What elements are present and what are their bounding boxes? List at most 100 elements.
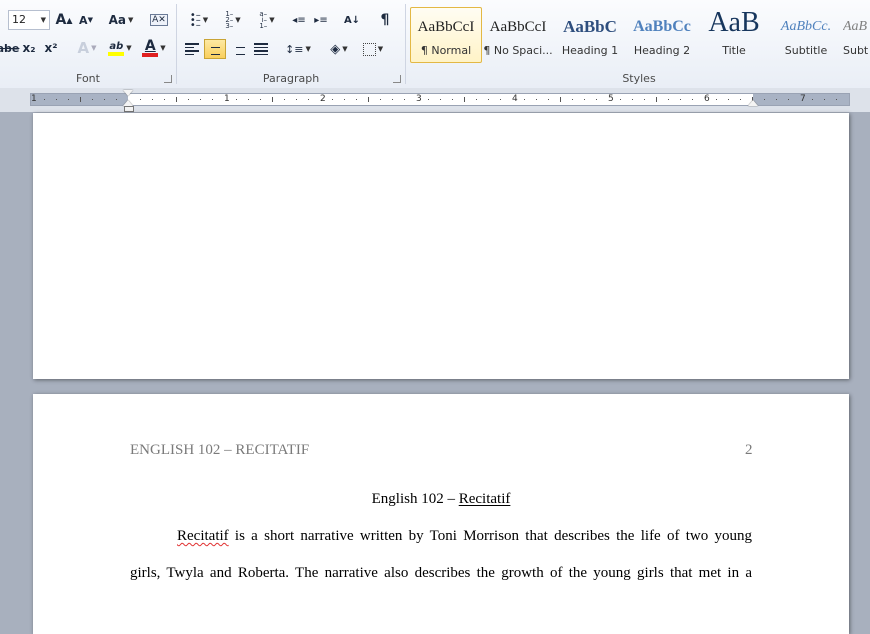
left-indent-marker[interactable] — [124, 106, 134, 112]
ruler-tick — [68, 99, 69, 100]
style-heading-2[interactable]: AaBbCc Heading 2 — [626, 7, 698, 63]
align-right-icon — [231, 43, 245, 55]
horizontal-ruler[interactable]: 1 1 2 3 4 5 6 7 — [0, 88, 870, 112]
style-subtle-emphasis[interactable]: AaB Subt — [842, 7, 870, 63]
paragraph-group-label: Paragraph — [262, 72, 320, 85]
ruler-tick — [380, 99, 381, 100]
style-title[interactable]: AaB Title — [698, 7, 770, 63]
highlighter-icon: ab — [109, 40, 124, 52]
document-page[interactable]: ENGLISH 102 – RECITATIF 2 English 102 – … — [33, 394, 849, 634]
ruler-tick — [116, 99, 117, 100]
ruler-number: 6 — [704, 94, 710, 104]
justify-button[interactable] — [250, 39, 272, 59]
align-center-icon — [208, 43, 222, 55]
line-spacing-icon: ↕≡ — [285, 42, 304, 56]
title-prefix: English 102 – — [371, 491, 459, 507]
ruler-tick — [236, 99, 237, 100]
ruler-tick — [488, 99, 489, 100]
ruler-tick — [584, 99, 585, 100]
style-subtitle[interactable]: AaBbCc. Subtitle — [770, 7, 842, 63]
ruler-tick — [164, 99, 165, 100]
style-heading-1[interactable]: AaBbC Heading 1 — [554, 7, 626, 63]
style-name: ¶ Normal — [420, 44, 472, 57]
paragraph-line[interactable]: Recitatif is a short narrative written b… — [130, 528, 752, 545]
paragraph-dialog-launcher-icon[interactable] — [393, 75, 401, 83]
superscript-icon: x² — [44, 41, 58, 55]
ruler-tick — [104, 99, 105, 100]
paragraph-group: •– •– •– ▼ 1– 2– 3– ▼ a– i– 1– ▼ ◂≡ ▸≡ A↓ ¶ — [177, 0, 405, 88]
ruler-tick — [308, 99, 309, 100]
show-formatting-marks-button[interactable]: ¶ — [375, 10, 395, 30]
superscript-button[interactable]: x² — [42, 38, 60, 58]
align-right-button[interactable] — [227, 39, 249, 59]
increase-indent-button[interactable]: ▸≡ — [311, 10, 331, 30]
paragraph-text: is a short narrative written by Toni Mor… — [228, 528, 752, 544]
subscript-button[interactable]: x₂ — [20, 38, 38, 58]
font-dialog-launcher-icon[interactable] — [164, 75, 172, 83]
paint-bucket-icon: ◈ — [330, 41, 341, 57]
paragraph-line[interactable]: girls, Twyla and Roberta. The narrative … — [130, 565, 752, 582]
ruler-tick — [500, 99, 501, 100]
font-size-dropdown[interactable]: 12 ▼ — [8, 10, 50, 30]
justify-icon — [254, 43, 268, 55]
sort-button[interactable]: A↓ — [341, 10, 363, 30]
misspelled-word[interactable]: Recitatif — [177, 528, 229, 544]
styles-group-label: Styles — [622, 72, 656, 85]
ruler-tick — [368, 97, 369, 102]
ruler-tick — [632, 99, 633, 100]
ruler-tick — [464, 97, 465, 102]
ruler-number: 1 — [31, 94, 37, 104]
align-center-button[interactable] — [204, 39, 226, 59]
ruler-tick — [812, 99, 813, 100]
first-line-indent-marker[interactable] — [123, 90, 133, 96]
ruler-number: 5 — [608, 94, 614, 104]
style-preview: AaBbCcI — [417, 19, 475, 35]
document-title[interactable]: English 102 – Recitatif — [33, 491, 849, 508]
font-color-icon: A — [144, 37, 156, 54]
ruler-tick — [296, 99, 297, 100]
style-no-spacing[interactable]: AaBbCcI ¶ No Spaci... — [482, 7, 554, 63]
multilevel-list-button[interactable]: a– i– 1– ▼ — [251, 10, 283, 30]
font-color-button[interactable]: A ▼ — [138, 38, 170, 58]
numbering-icon: 1– 2– 3– — [225, 10, 234, 30]
highlight-button[interactable]: ab ▼ — [104, 38, 136, 58]
ruler-tick — [452, 99, 453, 100]
change-case-button[interactable]: Aa ▼ — [106, 10, 136, 30]
strikethrough-button[interactable]: abe — [0, 38, 19, 58]
ruler-number: 1 — [224, 94, 230, 104]
borders-icon — [362, 42, 376, 56]
clear-formatting-button[interactable]: A✕ — [148, 10, 170, 30]
pilcrow-icon: ¶ — [380, 12, 390, 28]
ruler-tick — [776, 99, 777, 100]
ruler-number: 4 — [512, 94, 518, 104]
title-underlined: Recitatif — [458, 491, 511, 507]
align-left-button[interactable] — [181, 39, 203, 59]
shading-button[interactable]: ◈ ▼ — [323, 39, 355, 59]
ruler-number: 2 — [320, 94, 326, 104]
document-page[interactable] — [33, 113, 849, 379]
shrink-font-button[interactable]: A ▼ — [76, 10, 96, 30]
right-indent-marker[interactable] — [748, 100, 758, 106]
ruler-tick — [740, 99, 741, 100]
style-preview: AaBbCcI — [489, 19, 547, 35]
decrease-indent-icon: ◂≡ — [292, 14, 306, 26]
text-effects-button[interactable]: A ▼ — [74, 38, 100, 58]
decrease-indent-button[interactable]: ◂≡ — [289, 10, 309, 30]
ruler-tick — [620, 99, 621, 100]
font-group: 12 ▼ A ▲ A ▼ Aa ▼ A✕ abe x₂ x² A ▼ ab ▼ … — [0, 0, 176, 88]
align-left-icon — [185, 43, 199, 55]
grow-font-button[interactable]: A ▲ — [54, 10, 74, 30]
ruler-tick — [248, 99, 249, 100]
page-number: 2 — [745, 442, 753, 458]
group-divider — [405, 4, 406, 84]
style-preview: AaB — [708, 8, 760, 38]
style-preview: AaBbCc. — [780, 19, 832, 34]
line-spacing-button[interactable]: ↕≡ ▼ — [283, 39, 313, 59]
bullets-button[interactable]: •– •– •– ▼ — [183, 10, 215, 30]
borders-button[interactable]: ▼ — [357, 39, 389, 59]
ruler-tick — [332, 99, 333, 100]
ruler-tick — [572, 99, 573, 100]
numbering-button[interactable]: 1– 2– 3– ▼ — [217, 10, 249, 30]
style-normal[interactable]: AaBbCcI ¶ Normal — [410, 7, 482, 63]
ruler-tick — [356, 99, 357, 100]
